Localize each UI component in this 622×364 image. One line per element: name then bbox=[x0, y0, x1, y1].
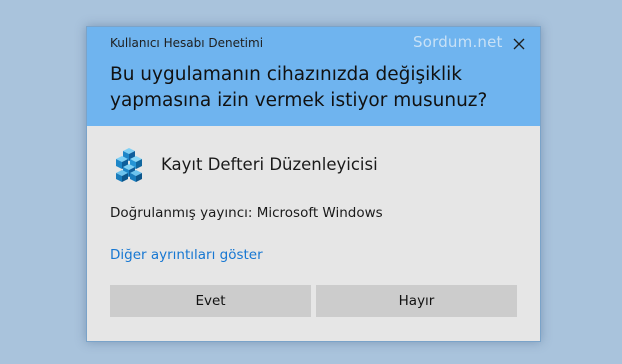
yes-button[interactable]: Evet bbox=[110, 285, 311, 317]
registry-editor-icon bbox=[113, 147, 147, 183]
show-more-details-link[interactable]: Diğer ayrıntıları göster bbox=[110, 247, 263, 263]
consent-question: Bu uygulamanın cihazınızda değişiklik ya… bbox=[110, 64, 488, 111]
app-name: Kayıt Defteri Düzenleyicisi bbox=[161, 155, 378, 174]
close-icon bbox=[513, 38, 525, 50]
watermark-text: Sordum.net bbox=[413, 33, 503, 51]
dialog-header: Kullanıcı Hesabı Denetimi Sordum.net Bu … bbox=[87, 27, 540, 126]
dialog-title: Kullanıcı Hesabı Denetimi bbox=[110, 36, 264, 50]
uac-dialog: Kullanıcı Hesabı Denetimi Sordum.net Bu … bbox=[86, 26, 541, 342]
close-button[interactable] bbox=[507, 32, 531, 56]
no-button[interactable]: Hayır bbox=[316, 285, 517, 317]
publisher-info: Doğrulanmış yayıncı: Microsoft Windows bbox=[110, 205, 383, 221]
app-info: Kayıt Defteri Düzenleyicisi bbox=[113, 147, 523, 187]
